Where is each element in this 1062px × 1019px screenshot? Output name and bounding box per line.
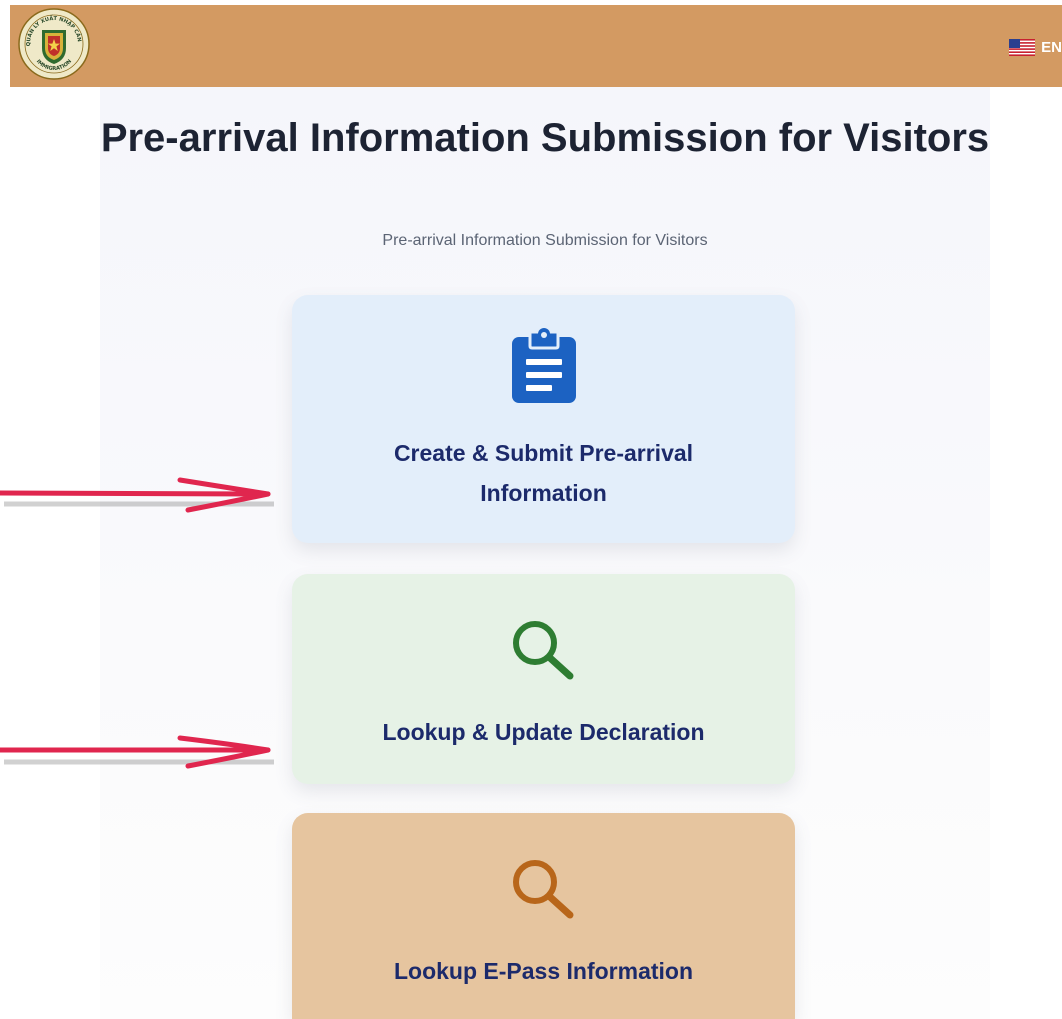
search-icon (512, 860, 573, 919)
create-submit-label: Create & Submit Pre-arrival Information (393, 440, 694, 506)
clipboard-icon (511, 328, 576, 403)
language-label: EN (1041, 39, 1062, 56)
lookup-epass-card[interactable]: Lookup E-Pass Information (292, 813, 795, 1019)
us-flag-icon (1009, 39, 1036, 56)
immigration-logo[interactable]: QUẢN LÝ XUẤT NHẬP CẢNH IMMIGRATION (18, 8, 90, 80)
search-icon (512, 621, 573, 680)
annotation-arrow-icon (0, 735, 274, 769)
page-title: Pre-arrival Information Submission for V… (100, 116, 990, 160)
lookup-epass-label: Lookup E-Pass Information (393, 958, 694, 984)
lookup-update-card[interactable]: Lookup & Update Declaration (292, 574, 795, 784)
create-submit-card[interactable]: Create & Submit Pre-arrival Information (292, 295, 795, 543)
header-bar: QUẢN LÝ XUẤT NHẬP CẢNH IMMIGRATION EN (10, 5, 1062, 87)
lookup-update-label: Lookup & Update Declaration (382, 719, 705, 745)
page-subtitle: Pre-arrival Information Submission for V… (382, 232, 708, 249)
annotation-arrow-icon (0, 477, 274, 513)
language-selector[interactable]: EN (1009, 39, 1062, 56)
